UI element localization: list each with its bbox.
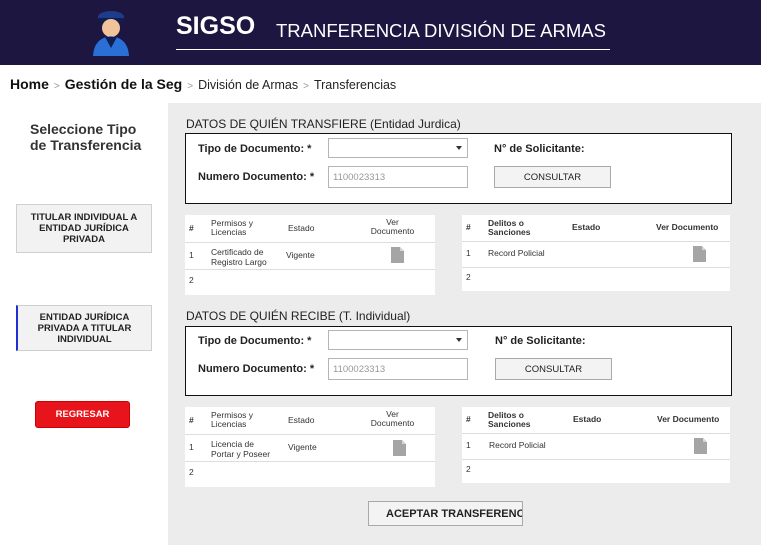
col-header-estado: Estado (288, 415, 315, 425)
permiso-estado: Vigente (286, 250, 315, 260)
permiso-name: Licencia de Portar y Poseer (211, 439, 271, 459)
accept-transfer-button[interactable]: ACEPTAR TRANSFERENCIA (368, 501, 523, 526)
module-title: TRANFERENCIA DIVISIÓN DE ARMAS (276, 20, 606, 41)
app-brand: SIGSO (176, 12, 256, 40)
solicitante-label: N° de Solicitante: (495, 335, 586, 347)
type-juridica-to-individual-button[interactable]: ENTIDAD JURÍDICA PRIVADA A TITULAR INDIV… (16, 305, 152, 351)
type-individual-to-juridica-button[interactable]: TITULAR INDIVIDUAL A ENTIDAD JURÍDICA PR… (16, 204, 152, 253)
section-title-transfiere: DATOS DE QUIÉN TRANSFIERE (Entidad Jurdi… (186, 117, 461, 131)
permiso-estado: Vigente (288, 442, 317, 452)
solicitante-label: N° de Solicitante: (494, 143, 585, 155)
row-number: 1 (189, 442, 194, 452)
row-number: 2 (466, 464, 471, 474)
tipo-documento-label: Tipo de Documento: * (198, 143, 312, 155)
col-header-num: # (189, 415, 194, 425)
header-divider (176, 49, 610, 50)
permisos-table: # Permisos y Licencias Estado Ver Docume… (185, 407, 435, 487)
col-header-estado: Estado (573, 414, 602, 424)
police-officer-icon (93, 11, 129, 56)
row-divider (185, 242, 435, 243)
col-header-estado: Estado (572, 222, 601, 232)
col-header-permisos: Permisos y Licencias (211, 218, 254, 237)
section-title-recibe: DATOS DE QUIÉN RECIBE (T. Individual) (186, 309, 411, 323)
row-number: 1 (466, 440, 471, 450)
row-number: 2 (189, 275, 194, 285)
col-header-documento: Ver Documento (370, 409, 415, 428)
col-header-num: # (189, 223, 194, 233)
chevron-down-icon (456, 338, 462, 342)
row-divider (462, 433, 730, 434)
row-divider (462, 459, 730, 460)
breadcrumb-separator: > (53, 81, 60, 92)
row-divider (185, 461, 435, 462)
col-header-delitos: Delitos o Sanciones (488, 218, 531, 237)
row-divider (462, 241, 730, 242)
row-number: 2 (189, 467, 194, 477)
sidebar-title: Seleccione Tipo de Transferencia (30, 121, 142, 153)
col-header-documento: Ver Documento (657, 414, 720, 424)
row-number: 2 (466, 272, 471, 282)
breadcrumb: Home > Gestión de la Seg > División de Armas… (10, 76, 396, 92)
numero-documento-input[interactable]: 1100023313 (328, 358, 468, 380)
permisos-table: # Permisos y Licencias Estado Ver Docume… (185, 215, 435, 295)
numero-documento-label: Numero Documento: * (198, 363, 315, 375)
row-divider (462, 267, 730, 268)
document-icon[interactable] (393, 440, 406, 456)
document-icon[interactable] (391, 247, 404, 263)
col-header-permisos: Permisos y Licencias (211, 410, 254, 429)
back-button[interactable]: REGRESAR (35, 401, 130, 428)
document-icon[interactable] (693, 246, 706, 262)
numero-documento-input[interactable]: 1100023313 (328, 166, 468, 188)
breadcrumb-transferencias: Transferencias (313, 78, 397, 92)
app-header: SIGSO TRANFERENCIA DIVISIÓN DE ARMAS (0, 0, 761, 65)
row-number: 1 (189, 250, 194, 260)
breadcrumb-division[interactable]: División de Armas (198, 78, 298, 92)
col-header-estado: Estado (288, 223, 315, 233)
chevron-down-icon (456, 146, 462, 150)
col-header-num: # (466, 414, 471, 424)
delitos-table: # Delitos o Sanciones Estado Ver Documen… (462, 215, 730, 291)
col-header-documento: Ver Documento (656, 222, 719, 232)
delito-name: Record Policial (488, 248, 545, 258)
tipo-documento-select[interactable] (328, 138, 468, 158)
breadcrumb-home[interactable]: Home (10, 76, 49, 92)
col-header-documento: Ver Documento (370, 217, 415, 236)
col-header-num: # (466, 222, 471, 232)
consultar-button[interactable]: CONSULTAR (494, 166, 611, 188)
document-icon[interactable] (694, 438, 707, 454)
tipo-documento-label: Tipo de Documento: * (198, 335, 312, 347)
breadcrumb-gestion[interactable]: Gestión de la Seg (65, 76, 182, 92)
row-divider (185, 434, 435, 435)
tipo-documento-select[interactable] (328, 330, 468, 350)
row-number: 1 (466, 248, 471, 258)
breadcrumb-separator: > (187, 81, 194, 92)
numero-documento-label: Numero Documento: * (198, 171, 315, 183)
row-divider (185, 269, 435, 270)
delito-name: Record Policial (489, 440, 546, 450)
breadcrumb-separator: > (303, 81, 309, 92)
col-header-delitos: Delitos o Sanciones (488, 410, 531, 429)
permiso-name: Certificado de Registro Largo (211, 247, 267, 267)
consultar-button[interactable]: CONSULTAR (495, 358, 612, 380)
delitos-table: # Delitos o Sanciones Estado Ver Documen… (462, 407, 730, 483)
